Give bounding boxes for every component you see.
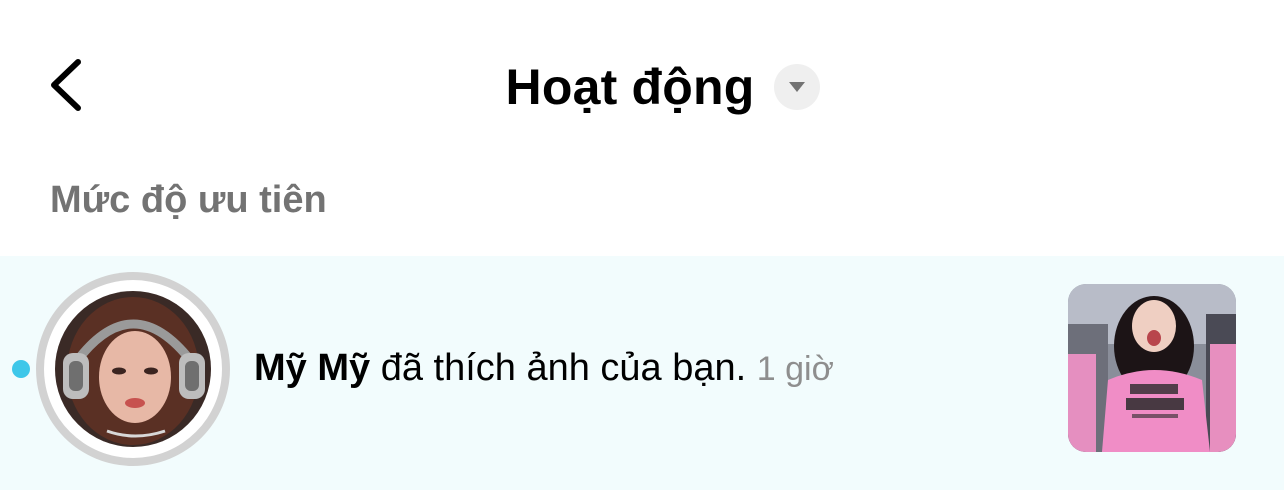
activity-page: Hoạt động Mức độ ưu tiên Mỹ Mỹ đã thích … bbox=[0, 0, 1284, 490]
notification-row[interactable]: Mỹ Mỹ đã thích ảnh của bạn. 1 giờ bbox=[0, 256, 1284, 490]
avatar-ring[interactable] bbox=[36, 272, 230, 466]
avatar bbox=[55, 291, 211, 447]
page-title: Hoạt động bbox=[505, 59, 755, 115]
notification-action: đã thích ảnh của bạn. bbox=[370, 347, 757, 389]
title-group: Hoạt động bbox=[0, 56, 1284, 118]
unread-dot bbox=[12, 360, 30, 378]
section-label: Mức độ ưu tiên bbox=[50, 179, 327, 221]
notification-text: Mỹ Mỹ đã thích ảnh của bạn. 1 giờ bbox=[254, 344, 834, 393]
post-thumbnail[interactable] bbox=[1068, 284, 1236, 452]
notification-time: 1 giờ bbox=[756, 350, 834, 388]
caret-down-icon bbox=[789, 82, 806, 92]
title-dropdown-button[interactable] bbox=[774, 64, 821, 110]
notification-username[interactable]: Mỹ Mỹ bbox=[254, 347, 370, 389]
header: Hoạt động bbox=[0, 0, 1284, 170]
